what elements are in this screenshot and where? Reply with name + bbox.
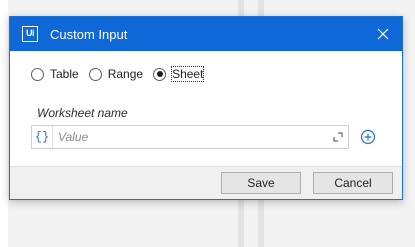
add-button[interactable]	[359, 128, 377, 146]
radio-button[interactable]	[88, 67, 102, 81]
radio-label: Table	[50, 67, 79, 81]
background-panel-left	[0, 0, 8, 247]
radio-button[interactable]	[31, 67, 44, 81]
save-button[interactable]: Save	[221, 172, 301, 194]
radio-button-selected[interactable]	[153, 67, 167, 81]
radio-sheet[interactable]: Sheet	[153, 66, 205, 82]
plus-circle-icon	[360, 129, 376, 145]
expand-icon	[333, 132, 343, 142]
custom-input-dialog: Ui Custom Input Table Range Sheet Worksh…	[9, 16, 403, 200]
dialog-titlebar: Ui Custom Input	[10, 17, 402, 51]
expression-braces-icon[interactable]: {}	[32, 126, 53, 148]
expand-editor-button[interactable]	[328, 127, 348, 147]
radio-label: Range	[107, 67, 144, 81]
close-button[interactable]	[374, 25, 392, 43]
source-radio-group: Table Range Sheet	[31, 66, 213, 82]
radio-label: Sheet	[171, 66, 205, 82]
radio-range[interactable]: Range	[88, 67, 144, 81]
uipath-logo-icon: Ui	[22, 26, 38, 42]
worksheet-name-input[interactable]	[53, 129, 328, 145]
worksheet-name-field[interactable]: {}	[31, 125, 349, 149]
worksheet-name-label: Worksheet name	[37, 106, 128, 120]
cancel-button[interactable]: Cancel	[313, 172, 393, 194]
close-icon	[377, 28, 389, 40]
dialog-footer: Save Cancel	[10, 166, 402, 199]
radio-table[interactable]: Table	[31, 67, 79, 81]
dialog-title: Custom Input	[50, 26, 128, 42]
